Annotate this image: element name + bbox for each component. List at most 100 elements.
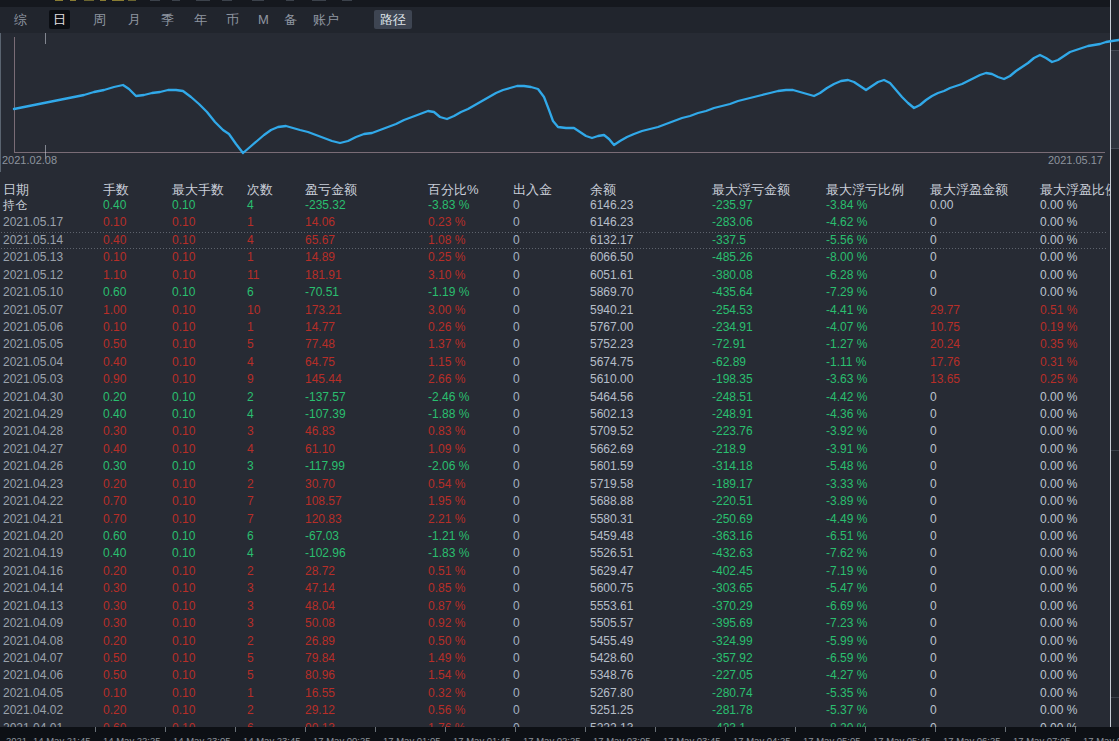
cell-cash: 0: [513, 581, 520, 596]
cell-maxfloatprofit: 0: [930, 599, 937, 614]
cell-maxfloatprofit: 0: [930, 285, 937, 300]
cell-4: 173.21: [305, 303, 342, 318]
cell-maxfloatloss-pct: -4.41 %: [826, 303, 867, 318]
timebar-label-14: 17 May 07:05: [1013, 735, 1071, 741]
cell-maxfloatloss-pct: -7.23 %: [826, 616, 867, 631]
cell-balance: 5752.23: [590, 337, 633, 352]
cell-3: 3: [247, 581, 254, 596]
cell-date: 2021.04.21: [3, 512, 63, 527]
chart-end-date: 2021.05.17: [1048, 154, 1103, 166]
timebar-label-5: 17 May 01:05: [383, 735, 441, 741]
cell-maxfloatloss: -283.06: [712, 215, 753, 230]
cell-3: 4: [247, 198, 254, 213]
cell-cash: 0: [513, 407, 520, 422]
cell-4: 79.84: [305, 651, 335, 666]
cell-maxfloatprofit-pct: 0.00 %: [1040, 215, 1077, 230]
cell-1: 0.40: [103, 198, 126, 213]
cell-1: 1.00: [103, 303, 126, 318]
cell-maxfloatprofit-pct: 0.00 %: [1040, 407, 1077, 422]
cell-cash: 0: [513, 320, 520, 335]
cell-maxfloatprofit-pct: 0.00 %: [1040, 477, 1077, 492]
cell-4: 14.77: [305, 320, 335, 335]
cell-maxfloatloss-pct: -7.19 %: [826, 564, 867, 579]
cell-cash: 0: [513, 703, 520, 718]
cell-3: 2: [247, 390, 254, 405]
cell-1: 0.10: [103, 215, 126, 230]
cell-2: 0.10: [172, 372, 195, 387]
cell-maxfloatprofit-pct: 0.00 %: [1040, 268, 1077, 283]
timebar-year: 2021: [6, 735, 27, 741]
cell-maxfloatloss-pct: -5.35 %: [826, 686, 867, 701]
cell-maxfloatloss: -218.9: [712, 442, 746, 457]
cell-1: 0.20: [103, 634, 126, 649]
cell-maxfloatprofit-pct: 0.00 %: [1040, 599, 1077, 614]
cell-cash: 0: [513, 215, 520, 230]
cell-date: 2021.04.27: [3, 442, 63, 457]
cell-3: 4: [247, 233, 254, 248]
cell-4: -67.03: [305, 529, 339, 544]
cell-maxfloatprofit: 0: [930, 494, 937, 509]
cell-cash: 0: [513, 634, 520, 649]
cell-balance: 5428.60: [590, 651, 633, 666]
cell-3: 7: [247, 494, 254, 509]
time-axis: 202114 May 21:4514 May 22:2514 May 23:05…: [0, 727, 1119, 741]
cell-4: -235.32: [305, 198, 346, 213]
cell-date: 2021.04.20: [3, 529, 63, 544]
focused-row-outline-top: [1, 232, 1108, 233]
cell-cash: 0: [513, 198, 520, 213]
cell-5: 0.56 %: [428, 703, 465, 718]
cell-2: 0.10: [172, 703, 195, 718]
cell-maxfloatprofit: 0.00: [930, 198, 953, 213]
cell-maxfloatprofit-pct: 0.00 %: [1040, 424, 1077, 439]
cell-2: 0.10: [172, 651, 195, 666]
cell-maxfloatprofit-pct: 0.00 %: [1040, 459, 1077, 474]
cell-maxfloatloss-pct: -1.27 %: [826, 337, 867, 352]
cell-5: 0.26 %: [428, 320, 465, 335]
cell-3: 2: [247, 703, 254, 718]
cell-maxfloatprofit-pct: 0.00 %: [1040, 634, 1077, 649]
timebar-label-0: 14 May 21:45: [33, 735, 91, 741]
cell-maxfloatprofit: 0: [930, 233, 937, 248]
cell-5: 0.51 %: [428, 564, 465, 579]
timebar-label-3: 14 May 23:45: [243, 735, 301, 741]
timebar-label-6: 17 May 01:45: [453, 735, 511, 741]
cell-balance: 6051.61: [590, 268, 633, 283]
cell-maxfloatprofit-pct: 0.00 %: [1040, 616, 1077, 631]
cell-balance: 6146.23: [590, 215, 633, 230]
cell-maxfloatloss: -281.78: [712, 703, 753, 718]
cell-balance: 6146.23: [590, 198, 633, 213]
cell-4: 46.83: [305, 424, 335, 439]
cell-5: 3.10 %: [428, 268, 465, 283]
cell-4: 14.06: [305, 215, 335, 230]
cell-3: 7: [247, 512, 254, 527]
cell-5: 1.49 %: [428, 651, 465, 666]
cell-date: 2021.04.05: [3, 686, 63, 701]
cell-2: 0.10: [172, 268, 195, 283]
cell-5: -2.46 %: [428, 390, 469, 405]
cell-1: 1.10: [103, 268, 126, 283]
cell-balance: 5601.59: [590, 459, 633, 474]
cell-maxfloatprofit: 0: [930, 703, 937, 718]
timebar-label-7: 17 May 02:25: [523, 735, 581, 741]
cell-cash: 0: [513, 668, 520, 683]
cell-maxfloatloss: -248.51: [712, 390, 753, 405]
col-header-4: 盈亏金额: [305, 182, 357, 197]
cell-balance: 5459.48: [590, 529, 633, 544]
cell-2: 0.10: [172, 546, 195, 561]
cell-1: 0.70: [103, 494, 126, 509]
cell-maxfloatloss: -62.89: [712, 355, 746, 370]
cell-5: 0.92 %: [428, 616, 465, 631]
cell-maxfloatloss: -303.65: [712, 581, 753, 596]
cell-5: -1.21 %: [428, 529, 469, 544]
cell-1: 0.60: [103, 529, 126, 544]
cell-cash: 0: [513, 529, 520, 544]
cell-date: 2021.04.07: [3, 651, 63, 666]
cell-maxfloatprofit: 0: [930, 581, 937, 596]
cell-maxfloatloss: -227.05: [712, 668, 753, 683]
cell-maxfloatprofit-pct: 0.00 %: [1040, 494, 1077, 509]
timebar-label-1: 14 May 22:25: [103, 735, 161, 741]
cell-maxfloatloss: -235.97: [712, 198, 753, 213]
cell-date: 2021.05.06: [3, 320, 63, 335]
cell-cash: 0: [513, 564, 520, 579]
cell-1: 0.30: [103, 599, 126, 614]
